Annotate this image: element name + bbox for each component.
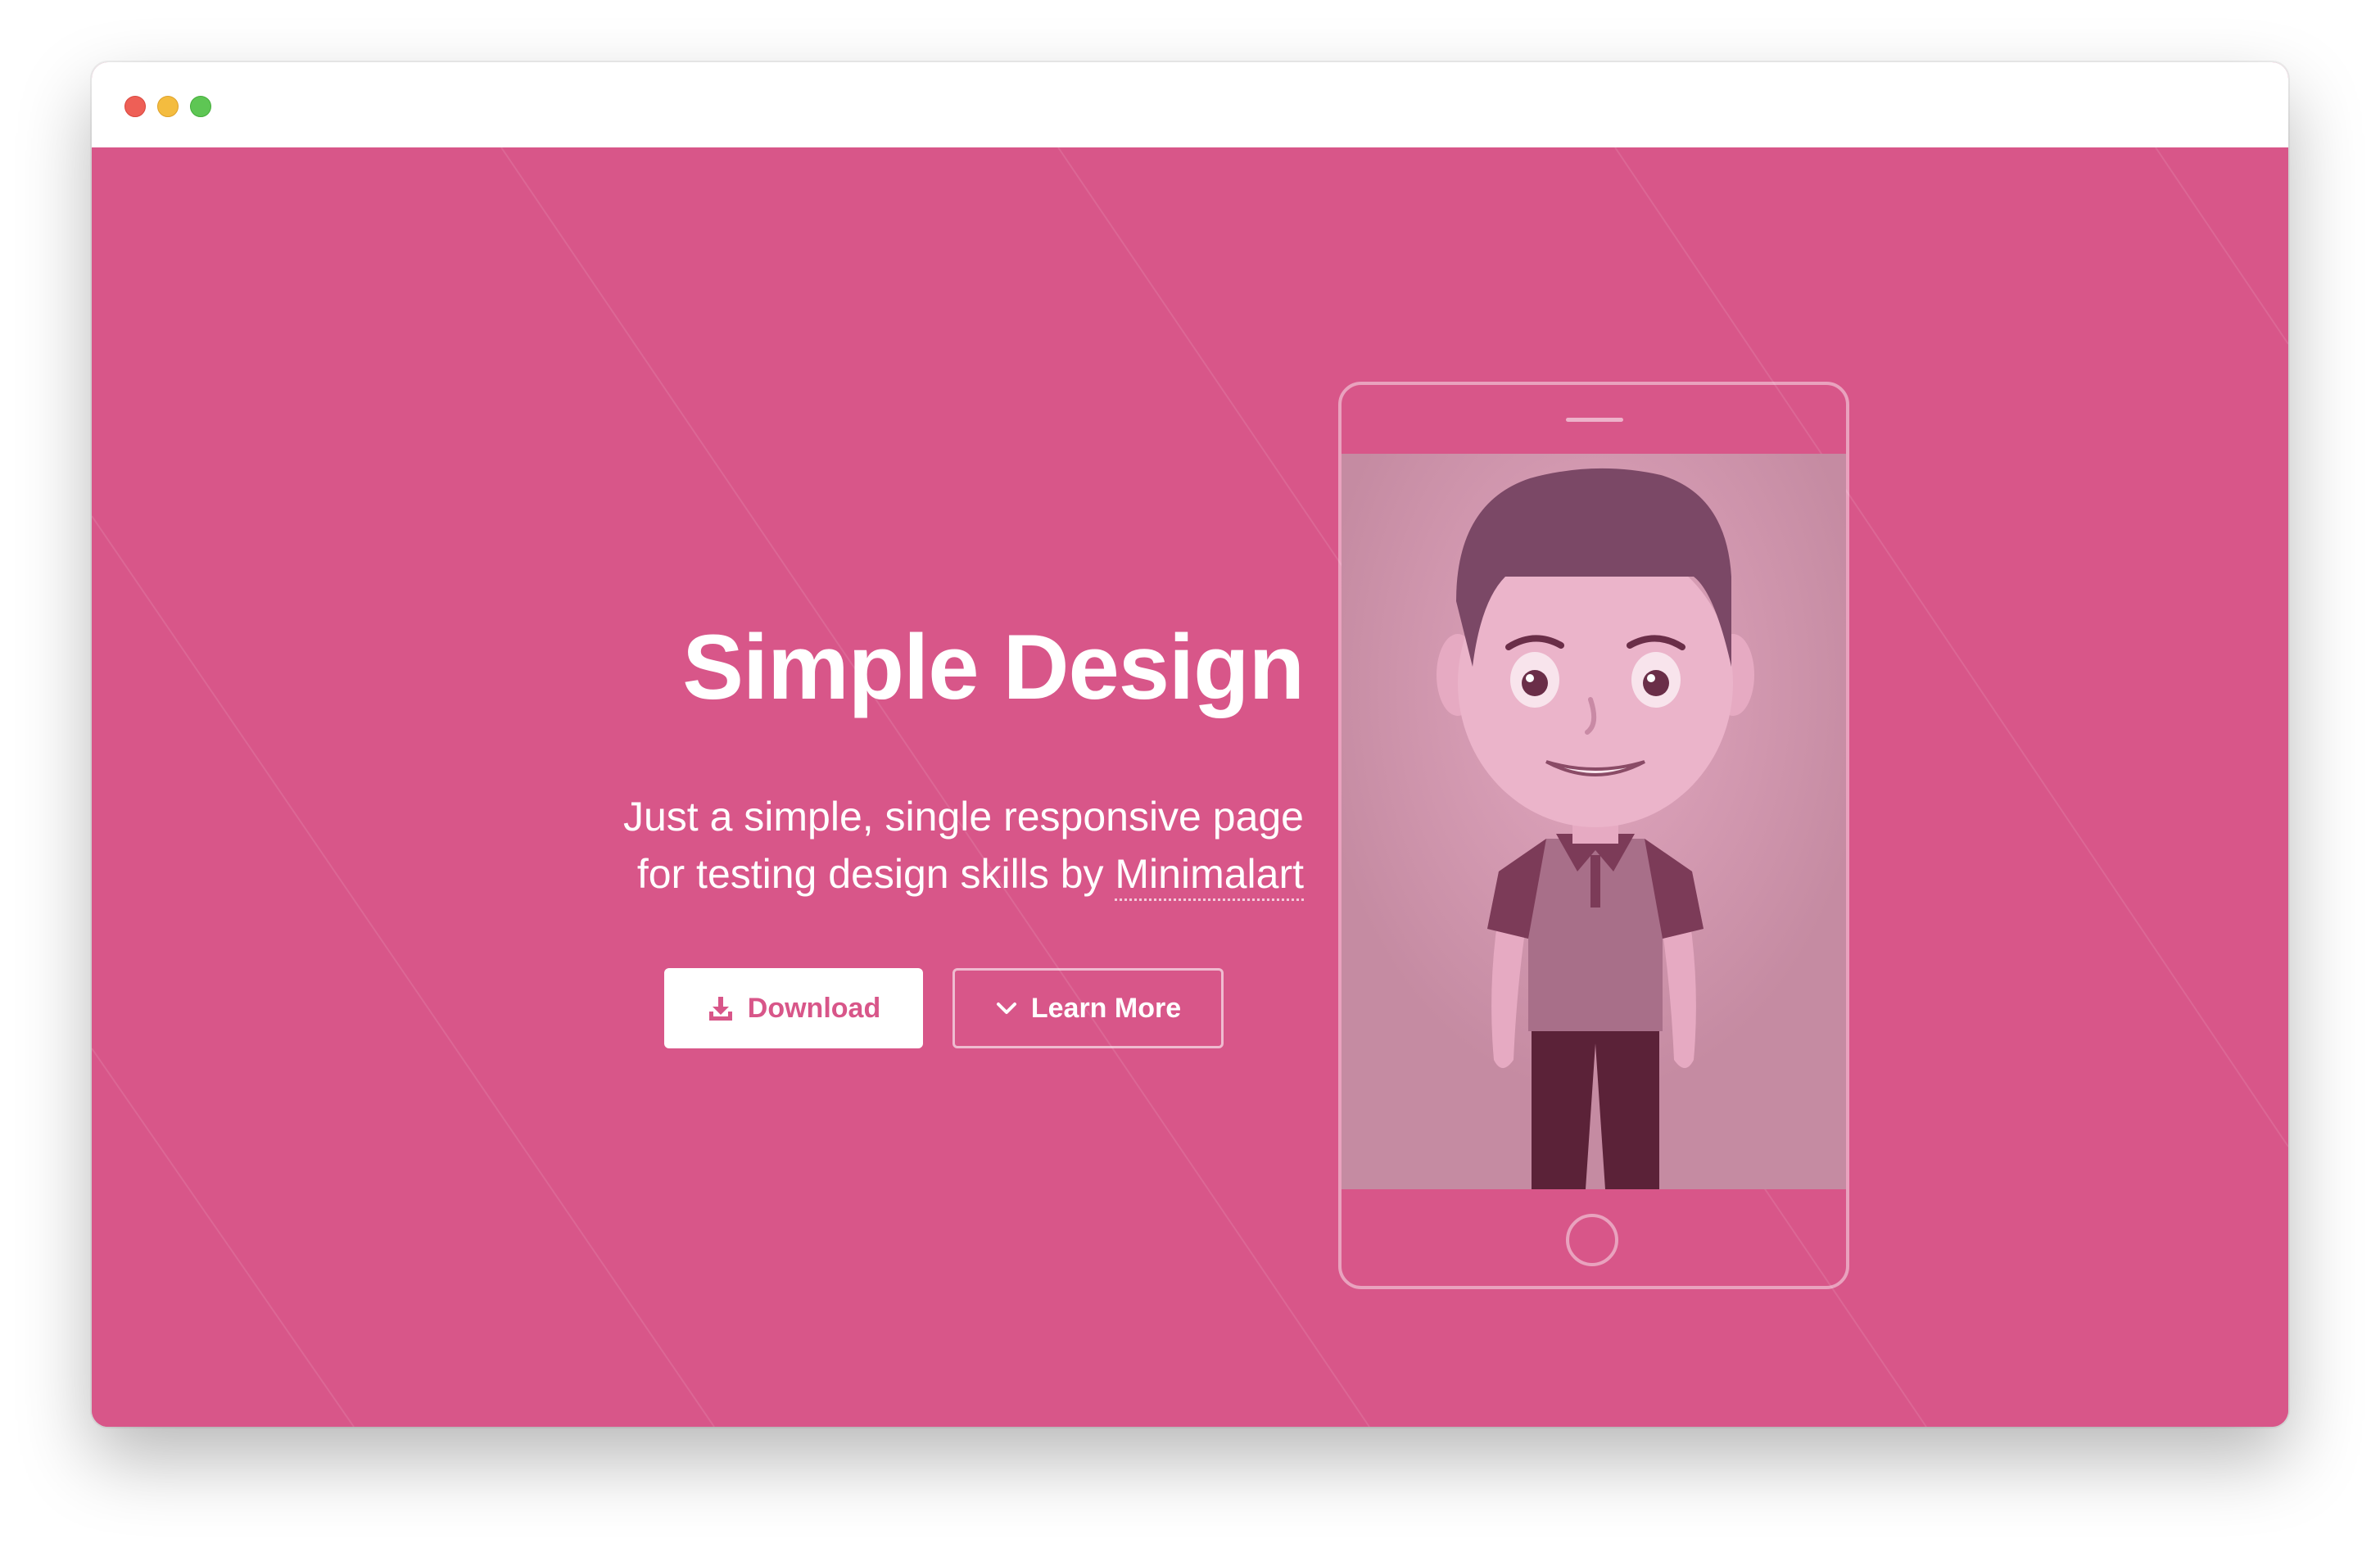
- hero-section: Simple Design Just a simple, single resp…: [92, 147, 2288, 1427]
- close-window-button[interactable]: [124, 96, 146, 117]
- hero-title: Simple Design: [682, 616, 1305, 718]
- learn-more-button[interactable]: Learn More: [952, 968, 1224, 1048]
- subtitle-line-2: for testing design skills by Minimalart: [419, 845, 1304, 903]
- chevron-down-icon: [995, 997, 1018, 1020]
- window-titlebar: [92, 62, 2288, 149]
- hero-subtitle: Just a simple, single responsive page fo…: [419, 788, 1304, 903]
- minimize-window-button[interactable]: [157, 96, 179, 117]
- zoom-window-button[interactable]: [190, 96, 211, 117]
- download-button-label: Download: [747, 992, 881, 1024]
- learn-more-button-label: Learn More: [1030, 992, 1182, 1024]
- cartoon-character-illustration: [1342, 454, 1846, 1189]
- subtitle-line-1: Just a simple, single responsive page: [622, 794, 1304, 840]
- download-icon: [707, 994, 735, 1022]
- minimalart-link[interactable]: Minimalart: [1115, 851, 1304, 901]
- phone-screen: [1342, 454, 1846, 1189]
- download-button[interactable]: Download: [664, 968, 923, 1048]
- background-diagonal-lines: [92, 147, 2288, 1427]
- browser-window: Simple Design Just a simple, single resp…: [92, 62, 2288, 1427]
- phone-home-button: [1566, 1214, 1618, 1266]
- phone-mockup: [1338, 382, 1849, 1289]
- subtitle-line-2-text: for testing design skills by: [636, 851, 1115, 897]
- phone-speaker: [1566, 418, 1623, 422]
